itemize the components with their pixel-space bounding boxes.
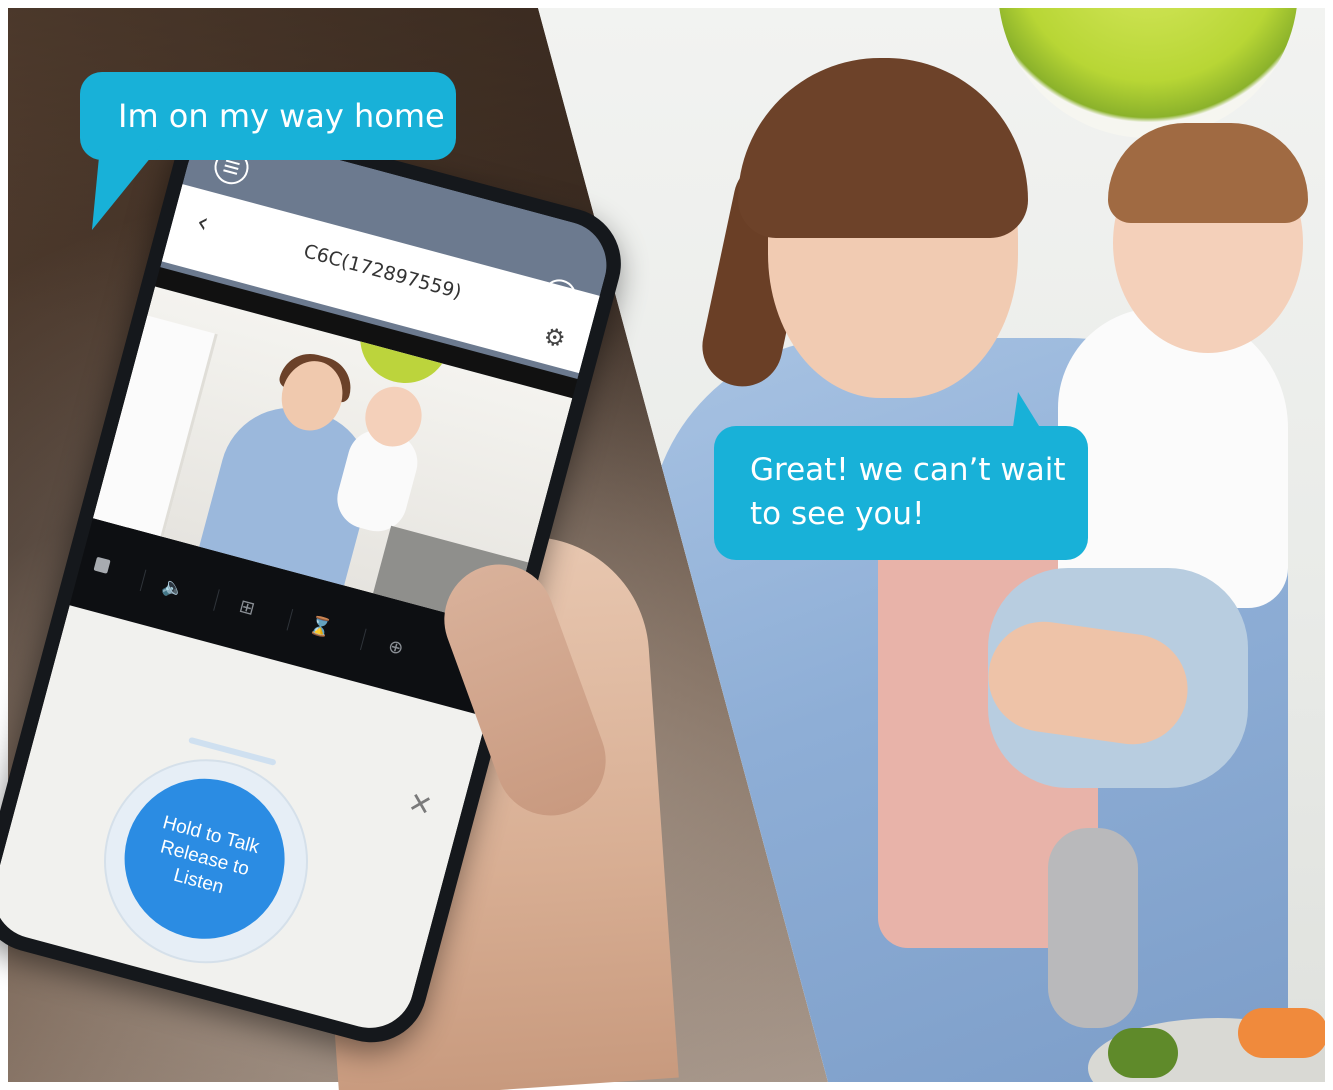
bubble-text: Great! we can’t wait to see you! bbox=[750, 448, 1066, 536]
broccoli bbox=[1108, 1028, 1178, 1078]
baby-shirt bbox=[1058, 308, 1288, 608]
speech-bubble-right: Great! we can’t wait to see you! bbox=[714, 392, 1088, 560]
close-icon[interactable]: ✕ bbox=[405, 785, 436, 823]
bubble-text-line: to see you! bbox=[750, 496, 925, 532]
mother-hair bbox=[738, 58, 1028, 238]
divider bbox=[213, 589, 220, 611]
gear-icon[interactable]: ⚙ bbox=[541, 321, 569, 354]
lime-artwork bbox=[998, 8, 1298, 138]
carrot bbox=[1238, 1008, 1325, 1058]
flip-icon[interactable]: ⌛ bbox=[299, 614, 342, 642]
bubble-tail bbox=[1012, 392, 1044, 434]
divider bbox=[359, 628, 367, 651]
stop-icon[interactable] bbox=[93, 556, 111, 574]
divider bbox=[139, 569, 147, 592]
speech-bubble-left: Im on my way home bbox=[75, 72, 456, 230]
zoom-in-icon[interactable]: ⊕ bbox=[374, 634, 417, 662]
baby-hair bbox=[1108, 123, 1308, 223]
divider bbox=[286, 608, 294, 631]
hero-image: ‹ C6C(172897559) › ⚙ 🔈 ⊞ ⌛ ⊕ ✕ Hold to T… bbox=[0, 0, 1333, 1090]
speaker-icon[interactable]: 🔈 bbox=[152, 575, 195, 603]
bubble-text-line: Great! we can’t wait bbox=[750, 452, 1066, 488]
grid-layout-icon[interactable]: ⊞ bbox=[225, 594, 268, 622]
bubble-text: Im on my way home bbox=[118, 97, 445, 135]
baby-leg bbox=[1048, 828, 1138, 1028]
